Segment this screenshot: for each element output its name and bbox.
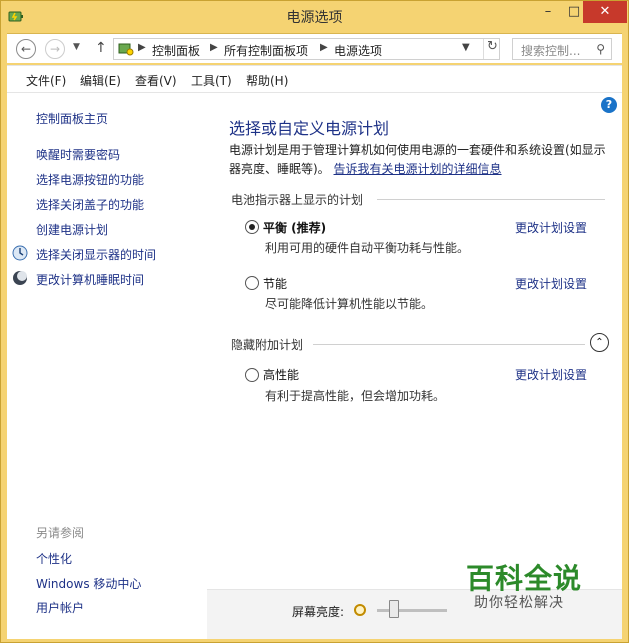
divider (377, 199, 605, 200)
sidebar-item-display-off[interactable]: 选择关闭显示器的时间 (36, 246, 156, 263)
plan-balanced-change-link[interactable]: 更改计划设置 (515, 219, 587, 236)
sidebar-item-close-lid[interactable]: 选择关闭盖子的功能 (36, 196, 144, 213)
brightness-slider-thumb[interactable] (389, 600, 399, 618)
recent-locations-chevron-icon[interactable]: ▼ (73, 42, 80, 52)
sidebar-item-sleep-time[interactable]: 更改计算机睡眠时间 (36, 271, 144, 288)
address-toolbar: ← → ▼ ↑ ▶ 控制面板 ▶ 所有控制面板项 ▶ 电源选项 ▼ ↻ 搜索控制… (7, 33, 622, 63)
see-also-mobility-center[interactable]: Windows 移动中心 (36, 575, 141, 592)
sleep-moon-icon (13, 271, 27, 285)
up-arrow-icon[interactable]: ↑ (95, 40, 107, 56)
back-button[interactable]: ← (16, 39, 36, 59)
window-title: 电源选项 (286, 10, 343, 26)
page-description: 电源计划是用于管理计算机如何使用电源的一套硬件和系统设置(如显示器亮度、睡眠等)… (229, 141, 614, 179)
plan-high-performance-radio[interactable] (245, 368, 259, 382)
plan-high-performance-change-link[interactable]: 更改计划设置 (515, 366, 587, 383)
menu-tools[interactable]: 工具(T) (191, 72, 232, 89)
breadcrumb-separator-icon[interactable]: ▶ (210, 42, 218, 53)
sidebar-item-create-plan[interactable]: 创建电源计划 (36, 221, 108, 238)
display-timer-icon (12, 245, 28, 261)
watermark-title: 百科全说 (466, 562, 583, 595)
menu-edit[interactable]: 编辑(E) (80, 72, 121, 89)
see-also-heading: 另请参阅 (36, 526, 85, 540)
hidden-plans-heading[interactable]: 隐藏附加计划 (231, 336, 303, 353)
search-input[interactable]: 搜索控制... ⚲ (512, 38, 612, 60)
power-options-window: 电源选项 – □ ✕ ← → ▼ ↑ ▶ 控制面板 ▶ 所有控制面板项 ▶ 电源… (0, 0, 629, 643)
title-bar[interactable]: 电源选项 – □ ✕ (1, 1, 628, 31)
breadcrumb-control-panel[interactable]: 控制面板 (152, 42, 200, 59)
collapse-chevron-up-icon[interactable]: ⌃ (590, 333, 609, 352)
breadcrumb-separator-icon[interactable]: ▶ (320, 42, 328, 53)
plan-high-performance-desc: 有利于提高性能，但会增加功耗。 (265, 389, 446, 403)
menu-help[interactable]: 帮助(H) (246, 72, 288, 89)
menu-file[interactable]: 文件(F) (26, 72, 66, 89)
divider (313, 344, 585, 345)
menu-view[interactable]: 查看(V) (135, 72, 177, 89)
plan-power-saver-name[interactable]: 节能 (263, 275, 287, 292)
plan-high-performance-name[interactable]: 高性能 (263, 366, 299, 383)
breadcrumb-all-items[interactable]: 所有控制面板项 (224, 42, 308, 59)
radio-selected-dot (249, 224, 255, 230)
menu-bar: 文件(F) 编辑(E) 查看(V) 工具(T) 帮助(H) (7, 65, 622, 93)
page-title: 选择或自定义电源计划 (229, 119, 390, 138)
plan-balanced-desc: 利用可用的硬件自动平衡功耗与性能。 (265, 241, 470, 255)
plan-power-saver-radio[interactable] (245, 276, 259, 290)
forward-button[interactable]: → (45, 39, 65, 59)
plan-power-saver-desc: 尽可能降低计算机性能以节能。 (265, 297, 434, 311)
breadcrumb-separator-icon[interactable]: ▶ (138, 42, 146, 53)
brightness-label: 屏幕亮度: (292, 605, 345, 619)
minimize-button[interactable]: – (535, 1, 561, 23)
breadcrumb-power-options[interactable]: 电源选项 (334, 42, 382, 59)
learn-more-link[interactable]: 告诉我有关电源计划的详细信息 (334, 162, 502, 176)
address-dropdown-icon[interactable]: ▼ (462, 42, 470, 53)
brightness-low-icon (354, 604, 366, 616)
sidebar-control-panel-home[interactable]: 控制面板主页 (36, 110, 108, 127)
brightness-slider-track[interactable] (377, 609, 447, 612)
refresh-icon[interactable]: ↻ (483, 39, 501, 59)
close-button[interactable]: ✕ (583, 1, 627, 23)
help-icon[interactable]: ? (601, 97, 617, 113)
plan-balanced-name[interactable]: 平衡 (推荐) (263, 219, 326, 236)
search-icon[interactable]: ⚲ (596, 42, 605, 56)
see-also-user-accounts[interactable]: 用户帐户 (36, 599, 84, 616)
sidebar-item-wake-password[interactable]: 唤醒时需要密码 (36, 146, 120, 163)
see-also-personalization[interactable]: 个性化 (36, 550, 72, 567)
sidebar-item-power-buttons[interactable]: 选择电源按钮的功能 (36, 171, 144, 188)
watermark-subtitle: 助你轻松解决 (474, 595, 564, 611)
address-bar[interactable]: ▶ 控制面板 ▶ 所有控制面板项 ▶ 电源选项 ▼ ↻ (113, 38, 500, 60)
plan-balanced-radio[interactable] (245, 220, 259, 234)
sidebar: 控制面板主页 唤醒时需要密码 选择电源按钮的功能 选择关闭盖子的功能 创建电源计… (7, 93, 219, 639)
battery-plans-heading: 电池指示器上显示的计划 (231, 193, 364, 207)
plan-power-saver-change-link[interactable]: 更改计划设置 (515, 275, 587, 292)
search-placeholder: 搜索控制... (521, 44, 581, 58)
control-panel-icon (118, 43, 134, 56)
